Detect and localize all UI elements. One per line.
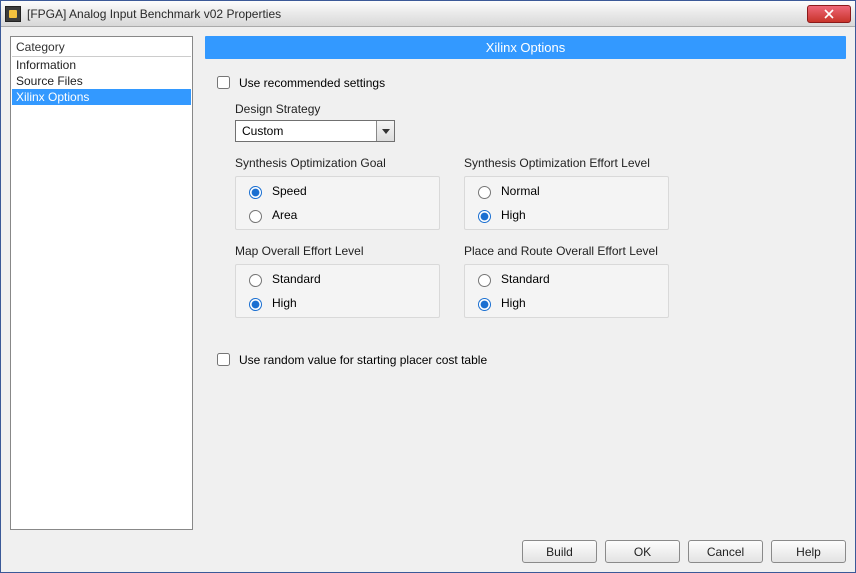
properties-window: [FPGA] Analog Input Benchmark v02 Proper… (0, 0, 856, 573)
body-row: Category Information Source Files Xilinx… (10, 36, 846, 530)
synthesis-goal-speed-radio[interactable] (249, 186, 262, 199)
synthesis-goal-group: Synthesis Optimization Goal Speed Area (235, 156, 440, 230)
map-effort-high-radio[interactable] (249, 298, 262, 311)
close-button[interactable] (807, 5, 851, 23)
client-area: Category Information Source Files Xilinx… (1, 27, 855, 572)
cancel-button[interactable]: Cancel (688, 540, 763, 563)
synthesis-effort-high[interactable]: High (473, 207, 660, 223)
par-effort-title: Place and Route Overall Effort Level (464, 244, 669, 258)
par-effort-high-label: High (501, 296, 526, 310)
design-strategy-block: Design Strategy Custom Synthesis (235, 102, 840, 318)
design-strategy-label: Design Strategy (235, 102, 840, 116)
synthesis-effort-group: Synthesis Optimization Effort Level Norm… (464, 156, 669, 230)
button-bar: Build OK Cancel Help (10, 530, 846, 563)
sidebar-item-source-files[interactable]: Source Files (12, 73, 191, 89)
section-banner: Xilinx Options (205, 36, 846, 59)
help-button[interactable]: Help (771, 540, 846, 563)
synthesis-effort-normal-radio[interactable] (478, 186, 491, 199)
map-effort-high-label: High (272, 296, 297, 310)
map-effort-standard[interactable]: Standard (244, 271, 431, 287)
ok-button[interactable]: OK (605, 540, 680, 563)
synthesis-effort-normal-label: Normal (501, 184, 540, 198)
use-random-input[interactable] (217, 353, 230, 366)
form-area: Use recommended settings Design Strategy… (205, 59, 846, 379)
build-button[interactable]: Build (522, 540, 597, 563)
group-row-2: Map Overall Effort Level Standard High (235, 244, 840, 318)
synthesis-goal-area[interactable]: Area (244, 207, 431, 223)
sidebar-item-xilinx-options[interactable]: Xilinx Options (12, 89, 191, 105)
sidebar-item-information[interactable]: Information (12, 57, 191, 73)
par-effort-high[interactable]: High (473, 295, 660, 311)
synthesis-goal-title: Synthesis Optimization Goal (235, 156, 440, 170)
synthesis-goal-area-label: Area (272, 208, 297, 222)
map-effort-options: Standard High (235, 264, 440, 318)
map-effort-high[interactable]: High (244, 295, 431, 311)
map-effort-group: Map Overall Effort Level Standard High (235, 244, 440, 318)
use-recommended-checkbox[interactable]: Use recommended settings (213, 73, 840, 92)
synthesis-effort-normal[interactable]: Normal (473, 183, 660, 199)
synthesis-effort-options: Normal High (464, 176, 669, 230)
synthesis-effort-high-label: High (501, 208, 526, 222)
map-effort-standard-radio[interactable] (249, 274, 262, 287)
sidebar-header: Category (12, 38, 191, 57)
par-effort-group: Place and Route Overall Effort Level Sta… (464, 244, 669, 318)
synthesis-goal-area-radio[interactable] (249, 210, 262, 223)
synthesis-effort-title: Synthesis Optimization Effort Level (464, 156, 669, 170)
combo-dropdown-button[interactable] (376, 121, 394, 141)
par-effort-standard[interactable]: Standard (473, 271, 660, 287)
map-effort-standard-label: Standard (272, 272, 321, 286)
titlebar: [FPGA] Analog Input Benchmark v02 Proper… (1, 1, 855, 27)
par-effort-standard-radio[interactable] (478, 274, 491, 287)
synthesis-effort-high-radio[interactable] (478, 210, 491, 223)
category-sidebar: Category Information Source Files Xilinx… (10, 36, 193, 530)
group-row-1: Synthesis Optimization Goal Speed Area (235, 156, 840, 230)
use-recommended-label: Use recommended settings (239, 76, 385, 90)
par-effort-options: Standard High (464, 264, 669, 318)
close-icon (824, 9, 834, 19)
use-random-label: Use random value for starting placer cos… (239, 353, 487, 367)
design-strategy-value: Custom (242, 124, 283, 138)
design-strategy-combo[interactable]: Custom (235, 120, 395, 142)
chevron-down-icon (382, 129, 390, 134)
synthesis-goal-options: Speed Area (235, 176, 440, 230)
map-effort-title: Map Overall Effort Level (235, 244, 440, 258)
app-icon (5, 6, 21, 22)
main-panel: Xilinx Options Use recommended settings … (205, 36, 846, 530)
use-random-checkbox[interactable]: Use random value for starting placer cos… (213, 350, 840, 369)
synthesis-goal-speed[interactable]: Speed (244, 183, 431, 199)
window-title: [FPGA] Analog Input Benchmark v02 Proper… (27, 7, 807, 21)
use-recommended-input[interactable] (217, 76, 230, 89)
par-effort-standard-label: Standard (501, 272, 550, 286)
synthesis-goal-speed-label: Speed (272, 184, 307, 198)
par-effort-high-radio[interactable] (478, 298, 491, 311)
